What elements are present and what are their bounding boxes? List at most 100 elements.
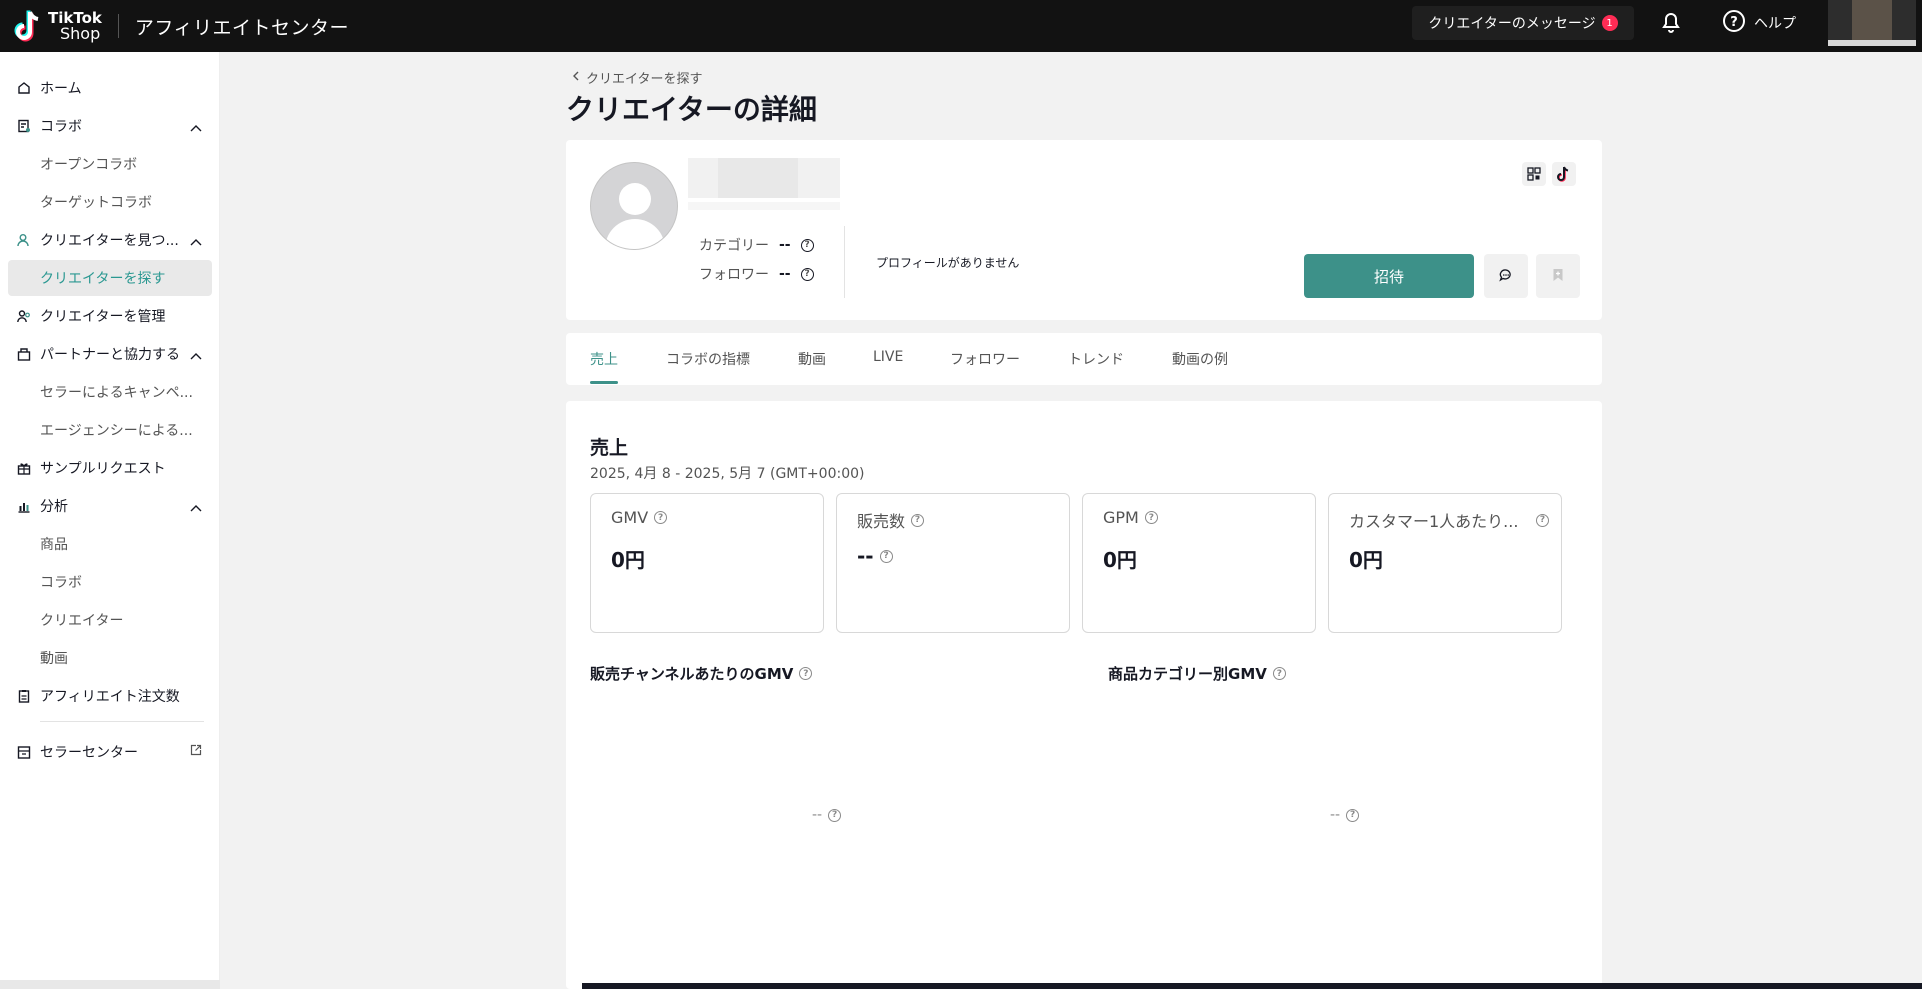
info-icon[interactable]: ? — [654, 511, 668, 524]
info-icon[interactable]: ? — [1144, 511, 1158, 524]
header-divider — [117, 14, 119, 38]
partner-icon — [16, 346, 32, 362]
tab-trends[interactable]: トレンド — [1068, 349, 1124, 369]
sidebar-item-search-creators[interactable]: クリエイターを探す — [8, 260, 212, 296]
tab-followers[interactable]: フォロワー — [950, 349, 1020, 369]
sidebar-item-seller-campaigns[interactable]: セラーによるキャンペ... — [8, 374, 212, 410]
sidebar-item-analytics-collab[interactable]: コラボ — [8, 564, 212, 600]
info-icon[interactable]: ? — [911, 513, 925, 527]
info-icon[interactable]: ? — [1272, 667, 1286, 680]
account-avatar[interactable] — [1828, 0, 1916, 46]
metric-card-gpm: GPM? 0円 — [1082, 493, 1316, 633]
sidebar-item-manage-creators[interactable]: クリエイターを管理 — [8, 298, 212, 334]
sidebar-item-seller-center[interactable]: セラーセンター — [8, 734, 212, 770]
sales-section: 売上 2025, 4月 8 - 2025, 5月 7 (GMT+00:00) G… — [566, 401, 1602, 989]
sales-date-range: 2025, 4月 8 - 2025, 5月 7 (GMT+00:00) — [590, 466, 865, 482]
info-icon[interactable]: ? — [828, 808, 842, 822]
metric-value: 0円 — [1349, 548, 1383, 572]
sidebar-item-label: ホーム — [40, 81, 82, 97]
creator-handle-placeholder — [688, 202, 840, 210]
sidebar-item-open-collab[interactable]: オープンコラボ — [8, 146, 212, 182]
breadcrumb-back-link[interactable]: クリエイターを探す — [586, 68, 702, 87]
info-icon[interactable]: ? — [800, 267, 814, 281]
message-button[interactable] — [1484, 254, 1528, 298]
chevron-up-icon — [190, 500, 202, 516]
category-row: カテゴリー -- ? — [699, 235, 814, 255]
info-icon[interactable]: ? — [799, 667, 813, 680]
collab-icon — [16, 118, 32, 134]
orders-icon — [16, 688, 32, 704]
info-icon[interactable]: ? — [1346, 808, 1360, 822]
bookmark-button[interactable] — [1536, 254, 1580, 298]
sales-title: 売上 — [590, 437, 629, 459]
avatar-image — [1852, 0, 1892, 40]
info-icon[interactable]: ? — [1536, 513, 1549, 527]
sidebar: ホーム コラボ オープンコラボ ターゲットコラボ クリエイターを見つ... クリ… — [0, 52, 220, 989]
tab-live[interactable]: LIVE — [873, 349, 903, 365]
sidebar-item-analytics-creators[interactable]: クリエイター — [8, 602, 212, 638]
detail-tabs: 売上 コラボの指標 動画 LIVE フォロワー トレンド 動画の例 — [566, 333, 1602, 385]
sidebar-item-analytics-videos[interactable]: 動画 — [8, 640, 212, 676]
category-label: カテゴリー — [699, 238, 769, 254]
messages-count-badge: 1 — [1601, 15, 1618, 31]
sidebar-item-analytics[interactable]: 分析 — [8, 488, 212, 524]
creator-messages-button[interactable]: クリエイターのメッセージ 1 — [1412, 6, 1634, 40]
sidebar-item-sample-requests[interactable]: サンプルリクエスト — [8, 450, 212, 486]
chevron-up-icon — [190, 234, 202, 250]
metric-card-per-customer: カスタマー1人あたり...? 0円 — [1328, 493, 1562, 633]
tab-collab-metrics[interactable]: コラボの指標 — [666, 349, 750, 369]
tab-sales[interactable]: 売上 — [590, 349, 618, 369]
tiktok-shop-logo[interactable]: TikTok Shop — [14, 8, 102, 44]
tiktok-profile-icon[interactable] — [1552, 162, 1576, 186]
sidebar-scrollbar[interactable] — [0, 980, 220, 989]
sidebar-item-agency-campaigns[interactable]: エージェンシーによる... — [8, 412, 212, 448]
metric-value: -- — [857, 544, 874, 568]
help-icon: ? — [1722, 9, 1746, 37]
sidebar-item-collab[interactable]: コラボ — [8, 108, 212, 144]
bottom-scrollbar[interactable] — [582, 983, 1922, 989]
invite-button[interactable]: 招待 — [1304, 254, 1474, 298]
help-label: ヘルプ — [1754, 16, 1796, 32]
metric-label: カスタマー1人あたり... — [1349, 512, 1519, 531]
home-icon — [16, 80, 32, 96]
sidebar-item-target-collab[interactable]: ターゲットコラボ — [8, 184, 212, 220]
tiktok-logo-icon — [14, 8, 44, 44]
analytics-icon — [16, 498, 32, 514]
logo-line-2: Shop — [60, 24, 101, 43]
sidebar-item-partners[interactable]: パートナーと協力する — [8, 336, 212, 372]
sidebar-item-analytics-products[interactable]: 商品 — [8, 526, 212, 562]
chevron-left-icon — [572, 70, 580, 85]
sidebar-item-home[interactable]: ホーム — [8, 70, 212, 106]
chart-title-text: 販売チャンネルあたりのGMV — [590, 665, 794, 683]
creator-name-placeholder — [688, 158, 840, 198]
active-tab-indicator — [590, 381, 618, 384]
breadcrumb[interactable]: クリエイターを探す — [572, 68, 702, 87]
tab-videos[interactable]: 動画 — [798, 349, 826, 369]
sidebar-item-label: セラーセンター — [40, 745, 138, 761]
manage-creators-icon — [16, 308, 32, 324]
sidebar-item-label: クリエイターを見つ... — [40, 233, 179, 249]
metric-label: GPM — [1103, 508, 1139, 527]
sidebar-item-label: コラボ — [40, 119, 82, 135]
tab-video-examples[interactable]: 動画の例 — [1172, 349, 1228, 369]
followers-value: -- — [779, 266, 791, 282]
chat-icon — [1499, 267, 1513, 286]
external-link-icon — [190, 744, 202, 760]
sidebar-item-affiliate-orders[interactable]: アフィリエイト注文数 — [8, 678, 212, 714]
help-button[interactable]: ? ヘルプ — [1722, 9, 1796, 37]
chart-empty-value: -- — [812, 807, 823, 823]
qr-code-icon[interactable] — [1522, 162, 1546, 186]
sidebar-item-label: パートナーと協力する — [40, 347, 180, 363]
sidebar-item-find-creators[interactable]: クリエイターを見つ... — [8, 222, 212, 258]
seller-center-icon — [16, 744, 32, 760]
info-icon[interactable]: ? — [800, 238, 814, 252]
sidebar-item-label: アフィリエイト注文数 — [40, 689, 180, 705]
metric-label: GMV — [611, 508, 649, 527]
metric-value: 0円 — [1103, 548, 1137, 572]
info-icon[interactable]: ? — [879, 549, 893, 563]
app-title: アフィリエイトセンター — [134, 16, 349, 39]
top-bar: TikTok Shop アフィリエイトセンター クリエイターのメッセージ 1 ?… — [0, 0, 1922, 52]
chart-empty-gmv-by-channel: -- ? — [812, 807, 842, 823]
notification-bell-icon[interactable] — [1658, 9, 1684, 35]
gift-icon — [16, 460, 32, 476]
